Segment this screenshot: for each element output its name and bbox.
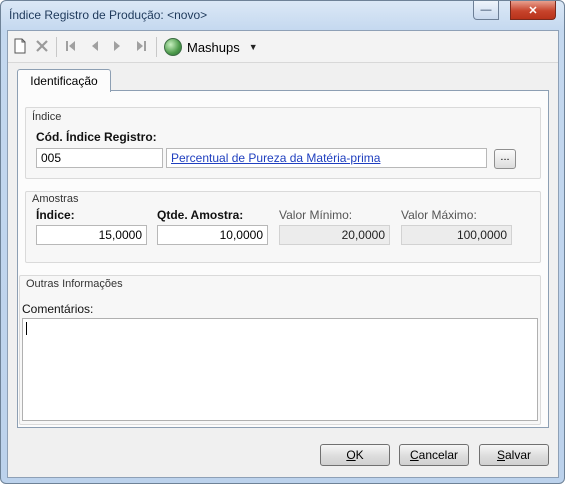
valor-minimo-field: 20,0000 bbox=[279, 225, 390, 245]
toolbar-separator bbox=[156, 37, 157, 57]
outras-informacoes-title: Outras Informações bbox=[26, 278, 123, 290]
close-icon: ✕ bbox=[528, 4, 538, 17]
next-record-icon[interactable] bbox=[108, 37, 126, 55]
indice-group: Índice Cód. Índice Registro: 005 Percent… bbox=[25, 107, 541, 179]
ok-label-rest: K bbox=[355, 448, 364, 462]
save-label-rest: alvar bbox=[505, 448, 532, 462]
outras-informacoes-group: Outras Informações Comentários: bbox=[19, 275, 541, 425]
amostras-group-title: Amostras bbox=[32, 193, 79, 205]
delete-icon[interactable] bbox=[33, 37, 51, 55]
tab-panel-identificacao: Índice Cód. Índice Registro: 005 Percent… bbox=[17, 90, 549, 428]
cod-indice-label: Cód. Índice Registro: bbox=[36, 130, 157, 144]
cancel-button[interactable]: Cancelar bbox=[399, 444, 469, 466]
ok-mnemonic: O bbox=[346, 448, 356, 462]
previous-record-icon[interactable] bbox=[86, 37, 104, 55]
save-mnemonic: S bbox=[496, 448, 505, 462]
cancel-mnemonic: C bbox=[409, 448, 419, 462]
dialog-client-area: Mashups ▼ Identificação Índice Cód. Índi… bbox=[7, 30, 559, 478]
first-record-icon[interactable] bbox=[62, 37, 80, 55]
valor-maximo-label: Valor Máximo: bbox=[401, 208, 477, 222]
minimize-button[interactable]: — bbox=[473, 1, 499, 20]
mashups-menu-button[interactable]: Mashups ▼ bbox=[164, 37, 258, 57]
browse-indice-button[interactable]: ... bbox=[494, 149, 516, 169]
new-document-icon[interactable] bbox=[11, 37, 29, 55]
minimize-icon: — bbox=[480, 4, 492, 16]
indice-description-link[interactable]: Percentual de Pureza da Matéria-prima bbox=[171, 151, 380, 165]
indice-input[interactable]: 15,0000 bbox=[36, 225, 147, 245]
globe-icon bbox=[164, 38, 182, 56]
qtde-amostra-input[interactable]: 10,0000 bbox=[157, 225, 268, 245]
last-record-icon[interactable] bbox=[132, 37, 150, 55]
tab-label: Identificação bbox=[30, 74, 98, 88]
toolbar: Mashups ▼ bbox=[8, 31, 558, 63]
indice-label: Índice: bbox=[36, 208, 75, 222]
cancel-label-rest: ancelar bbox=[418, 448, 459, 462]
mashups-label: Mashups bbox=[187, 39, 240, 55]
tab-identificacao[interactable]: Identificação bbox=[17, 69, 111, 92]
valor-minimo-label: Valor Mínimo: bbox=[279, 208, 353, 222]
cod-indice-input[interactable]: 005 bbox=[36, 148, 163, 168]
save-button[interactable]: Salvar bbox=[479, 444, 549, 466]
title-bar[interactable]: Índice Registro de Produção: <novo> — ✕ bbox=[1, 1, 564, 29]
ok-button[interactable]: OK bbox=[320, 444, 390, 466]
caret-down-icon: ▼ bbox=[248, 42, 258, 52]
close-button[interactable]: ✕ bbox=[510, 1, 556, 20]
text-cursor bbox=[26, 322, 27, 335]
qtde-amostra-label: Qtde. Amostra: bbox=[157, 208, 244, 222]
indice-description-field[interactable]: Percentual de Pureza da Matéria-prima bbox=[166, 148, 487, 168]
comentarios-label: Comentários: bbox=[22, 302, 94, 316]
amostras-group: Amostras Índice: 15,0000 Qtde. Amostra: … bbox=[25, 191, 541, 263]
toolbar-separator bbox=[56, 37, 57, 57]
valor-maximo-field: 100,0000 bbox=[401, 225, 512, 245]
window-title: Índice Registro de Produção: <novo> bbox=[9, 8, 208, 22]
indice-group-title: Índice bbox=[32, 111, 62, 123]
comentarios-textarea[interactable] bbox=[22, 318, 538, 421]
dialog-window: Índice Registro de Produção: <novo> — ✕ bbox=[0, 0, 565, 484]
